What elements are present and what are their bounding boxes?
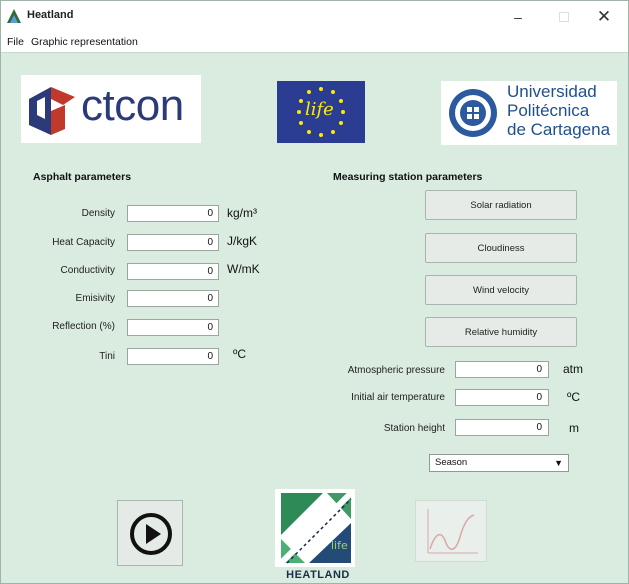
relative-humidity-button[interactable]: Relative humidity xyxy=(425,317,577,347)
station-height-input[interactable]: 0 xyxy=(455,419,549,436)
title-bar: Heatland – ✕ xyxy=(1,1,628,33)
initial-air-temperature-input[interactable]: 0 xyxy=(455,389,549,406)
initial-air-temperature-unit: ºC xyxy=(567,390,581,404)
upct-logo: Universidad Politécnica de Cartagena xyxy=(441,81,617,145)
tini-label: Tini xyxy=(99,351,115,362)
play-button[interactable] xyxy=(117,500,183,566)
wind-velocity-button[interactable]: Wind velocity xyxy=(425,275,577,305)
close-button[interactable]: ✕ xyxy=(581,3,627,31)
atmospheric-pressure-input[interactable]: 0 xyxy=(455,361,549,378)
heatland-logo-icon: life xyxy=(275,489,355,567)
season-select-value: Season xyxy=(435,457,468,468)
maximize-icon xyxy=(559,12,569,22)
initial-air-temperature-label: Initial air temperature xyxy=(351,392,445,403)
density-input[interactable]: 0 xyxy=(127,205,219,222)
ctcon-logo: ctcon xyxy=(21,75,201,143)
heat-capacity-unit: J/kgK xyxy=(227,234,258,248)
reflection-input[interactable]: 0 xyxy=(127,319,219,336)
line-graph-icon xyxy=(427,509,478,554)
play-icon xyxy=(130,513,172,555)
heatland-logo: life xyxy=(275,489,355,567)
ctcon-cube-icon xyxy=(29,87,75,135)
atmospheric-pressure-label: Atmospheric pressure xyxy=(347,365,445,376)
season-select[interactable]: Season ▼ xyxy=(429,454,569,472)
graphic-representation-button[interactable] xyxy=(415,500,487,562)
conductivity-unit: W/mK xyxy=(227,262,260,276)
menu-file[interactable]: File xyxy=(7,36,24,48)
menu-graphic-representation[interactable]: Graphic representation xyxy=(31,36,138,48)
reflection-label: Reflection (%) xyxy=(52,321,115,332)
heat-capacity-input[interactable]: 0 xyxy=(127,234,219,251)
cloudiness-button[interactable]: Cloudiness xyxy=(425,233,577,263)
conductivity-input[interactable]: 0 xyxy=(127,263,219,280)
heatland-logo-text: HEATLAND xyxy=(286,569,350,581)
window-title: Heatland xyxy=(27,9,74,21)
density-unit: kg/m³ xyxy=(227,206,257,220)
solar-radiation-button[interactable]: Solar radiation xyxy=(425,190,577,220)
heatland-window: Heatland – ✕ File Graphic representation… xyxy=(0,0,629,584)
upct-line-3: de Cartagena xyxy=(507,120,611,139)
eu-life-logo: life xyxy=(277,81,365,143)
emisivity-input[interactable]: 0 xyxy=(127,290,219,307)
menu-bar: File Graphic representation xyxy=(1,33,628,53)
ctcon-logo-text: ctcon xyxy=(81,81,184,130)
density-label: Density xyxy=(81,208,115,219)
heatland-logo-mark: life xyxy=(331,539,348,552)
station-parameters-title: Measuring station parameters xyxy=(333,171,483,183)
app-icon xyxy=(7,9,21,23)
upct-line-2: Politécnica xyxy=(507,101,590,120)
heat-capacity-label: Heat Capacity xyxy=(52,237,115,248)
upct-line-1: Universidad xyxy=(507,82,597,101)
minimize-button[interactable]: – xyxy=(495,3,541,31)
atmospheric-pressure-unit: atm xyxy=(563,362,584,376)
station-height-unit: m xyxy=(569,421,579,435)
emisivity-label: Emisivity xyxy=(75,293,115,304)
upct-emblem-icon xyxy=(449,89,497,137)
dropdown-arrow-icon: ▼ xyxy=(554,458,563,468)
conductivity-label: Conductivity xyxy=(60,265,115,276)
tini-unit: ºC xyxy=(233,347,247,361)
life-wordmark: life xyxy=(305,99,334,120)
tini-input[interactable]: 0 xyxy=(127,348,219,365)
asphalt-parameters-title: Asphalt parameters xyxy=(33,171,132,183)
station-height-label: Station height xyxy=(383,423,445,434)
